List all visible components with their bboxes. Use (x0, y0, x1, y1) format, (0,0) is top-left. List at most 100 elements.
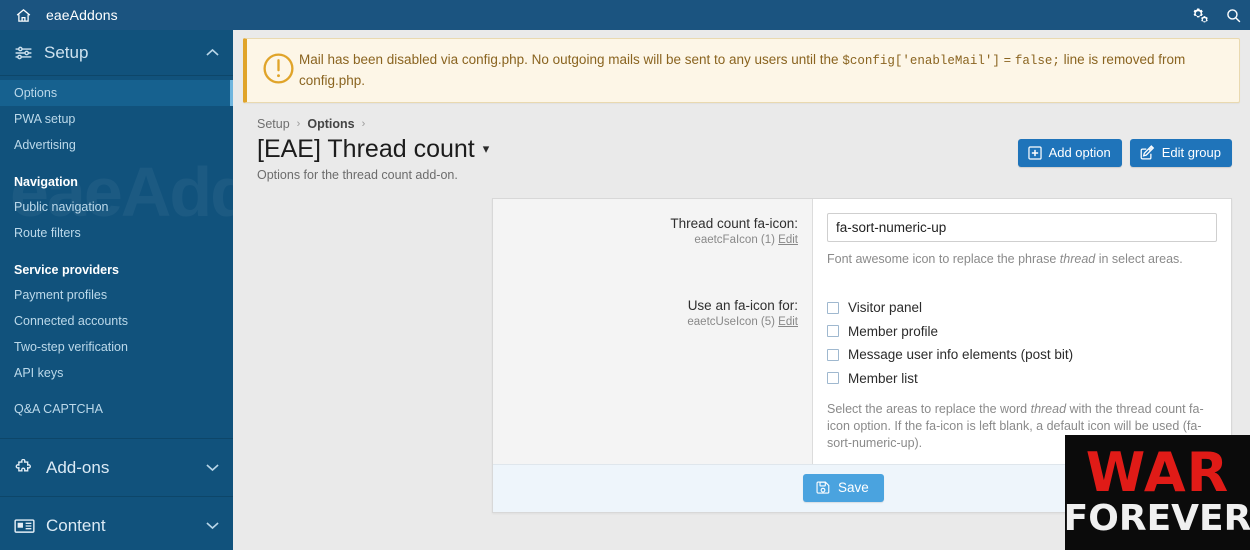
overlay-line-forever: FOREVER (1065, 497, 1250, 539)
sidebar-item-label: Q&A CAPTCHA (14, 402, 103, 416)
plus-square-icon (1027, 145, 1042, 160)
sidebar-add-ons-label: Add-ons (46, 457, 110, 477)
page-subtitle: Options for the thread count add-on. (257, 168, 458, 182)
field-explanation: Font awesome icon to replace the phrase … (827, 251, 1217, 268)
save-label: Save (838, 480, 869, 495)
field-label: Use an fa-icon for: (687, 298, 798, 313)
overlay-line-war: WAR (1085, 440, 1230, 504)
breadcrumb-separator: › (296, 118, 301, 130)
checkbox-box-icon[interactable] (827, 301, 839, 314)
title-dropdown-caret-icon[interactable]: ▾ (483, 133, 490, 165)
title-block: [EAE] Thread count ▾ Options for the thr… (257, 133, 1018, 182)
notice-code-config: $config['enableMail'] (842, 54, 1000, 68)
sliders-icon (14, 45, 44, 61)
main-content: Mail has been disabled via config.php. N… (233, 30, 1250, 550)
field-edit-link[interactable]: Edit (778, 316, 798, 328)
sidebar-group-service-providers: Service providers (14, 263, 119, 277)
sidebar-item-payment-profiles[interactable]: Payment profiles (0, 282, 233, 308)
field-edit-link[interactable]: Edit (778, 234, 798, 246)
chevron-down-icon (206, 463, 219, 472)
notice-code-equals: = (1003, 54, 1012, 68)
explain-post: in select areas. (1095, 252, 1183, 266)
add-option-button[interactable]: Add option (1017, 139, 1122, 167)
chevron-down-icon (206, 521, 219, 530)
edit-group-label: Edit group (1161, 144, 1221, 160)
sidebar-section-content[interactable]: Content (0, 496, 233, 550)
checkbox-member-profile[interactable]: Member profile (827, 320, 1217, 344)
checkbox-label: Visitor panel (848, 300, 923, 316)
form-rows: Thread count fa-icon: eaetcFaIcon (1) Ed… (493, 199, 1231, 464)
top-navigation-bar: eaeAddons (0, 0, 1250, 30)
sidebar-item-public-navigation[interactable]: Public navigation (0, 194, 233, 220)
checkbox-label: Member list (848, 370, 918, 386)
sidebar-group-navigation: Navigation (14, 175, 78, 189)
sidebar-item-qa-captcha[interactable]: Q&A CAPTCHA (0, 396, 233, 422)
cogs-icon[interactable] (1182, 7, 1216, 23)
sidebar-item-two-step-verification[interactable]: Two-step verification (0, 334, 233, 360)
sidebar-item-advertising[interactable]: Advertising (0, 132, 233, 158)
page-actions: Add option Edit group (1017, 133, 1232, 167)
search-icon[interactable] (1216, 7, 1250, 24)
form-input-cell: Font awesome icon to replace the phrase … (813, 199, 1231, 276)
checkbox-member-list[interactable]: Member list (827, 367, 1217, 391)
sidebar-content-label: Content (46, 515, 106, 535)
newspaper-icon (14, 518, 46, 534)
sidebar-section-setup[interactable]: Setup (0, 30, 233, 76)
page-title: [EAE] Thread count ▾ (257, 133, 1018, 165)
field-sublabel: eaetcFaIcon (1) Edit (505, 234, 798, 246)
checkbox-visitor-panel[interactable]: Visitor panel (827, 296, 1217, 320)
sidebar-item-label: Connected accounts (14, 314, 128, 328)
form-label-cell: Use an fa-icon for: eaetcUseIcon (5) Edi… (493, 276, 813, 464)
fa-icon-input[interactable] (827, 213, 1217, 242)
sidebar-item-label: Route filters (14, 226, 81, 240)
home-icon[interactable] (0, 7, 46, 24)
exclamation-circle-icon (257, 50, 299, 85)
sidebar-section-add-ons[interactable]: Add-ons (0, 438, 233, 496)
notice-text: Mail has been disabled via config.php. N… (299, 50, 1227, 91)
sidebar-item-api-keys[interactable]: API keys (0, 360, 233, 386)
edit-group-button[interactable]: Edit group (1129, 139, 1232, 167)
sidebar-item-route-filters[interactable]: Route filters (0, 220, 233, 246)
checkbox-box-icon[interactable] (827, 325, 839, 338)
field-option-id: eaetcFaIcon (1) (694, 234, 775, 246)
sidebar-item-label: API keys (14, 366, 64, 380)
checkbox-box-icon[interactable] (827, 348, 839, 361)
sidebar-item-connected-accounts[interactable]: Connected accounts (0, 308, 233, 334)
mail-disabled-notice: Mail has been disabled via config.php. N… (243, 38, 1240, 103)
checkbox-box-icon[interactable] (827, 372, 839, 385)
admin-page: eaeAddons eaeAddons (0, 0, 1250, 550)
sidebar-item-label: Options (14, 86, 58, 100)
checkbox-label: Message user info elements (post bit) (848, 347, 1074, 363)
notice-text-part1: Mail has been disabled via config.php. N… (299, 52, 843, 67)
form-label-cell: Thread count fa-icon: eaetcFaIcon (1) Ed… (493, 199, 813, 276)
war-forever-overlay-image: WAR FOREVER (1065, 435, 1250, 550)
sidebar-item-label: Public navigation (14, 200, 109, 214)
breadcrumb-item-setup[interactable]: Setup (257, 117, 290, 131)
sidebar-item-label: Two-step verification (14, 340, 128, 354)
chevron-up-icon (206, 48, 219, 57)
sidebar-item-options[interactable]: Options (0, 80, 233, 106)
page-body: eaeAddons Setup Options (0, 30, 1250, 550)
sidebar-item-label: Payment profiles (14, 288, 108, 302)
breadcrumb: Setup › Options › (257, 117, 1250, 131)
page-title-text: [EAE] Thread count (257, 135, 475, 163)
form-row-fa-icon: Thread count fa-icon: eaetcFaIcon (1) Ed… (493, 199, 1231, 276)
edit-pencil-icon (1140, 145, 1155, 160)
checkbox-label: Member profile (848, 323, 939, 339)
explain-emphasis: thread (1030, 402, 1067, 416)
checkbox-message-user-info-elements[interactable]: Message user info elements (post bit) (827, 343, 1217, 367)
save-button[interactable]: Save (803, 474, 884, 502)
sidebar-item-pwa-setup[interactable]: PWA setup (0, 106, 233, 132)
add-option-label: Add option (1048, 144, 1111, 160)
field-label: Thread count fa-icon: (670, 216, 798, 231)
sidebar-setup-label: Setup (44, 42, 89, 62)
breadcrumb-separator: › (361, 118, 366, 130)
sidebar-spacer-bottom (0, 422, 233, 432)
breadcrumb-item-options[interactable]: Options (307, 117, 354, 131)
title-row: [EAE] Thread count ▾ Options for the thr… (257, 133, 1232, 182)
sidebar-item-label: PWA setup (14, 112, 76, 126)
brand-title[interactable]: eaeAddons (46, 7, 118, 23)
sidebar-menu: Options PWA setup Advertising Navigation… (0, 76, 233, 438)
field-option-id: eaetcUseIcon (5) (687, 316, 775, 328)
